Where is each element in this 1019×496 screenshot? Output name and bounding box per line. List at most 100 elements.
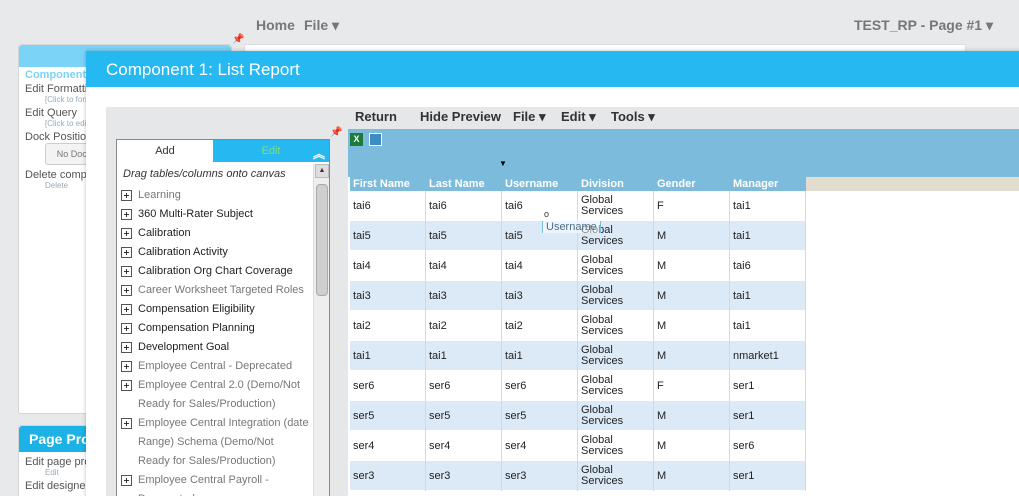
file-menu[interactable]: File ▾ (304, 17, 339, 34)
table-cell: tai4 (502, 251, 578, 281)
tree-item[interactable]: Employee Central Payroll - (121, 471, 313, 490)
tree-item[interactable]: Calibration Org Chart Coverage (121, 262, 313, 281)
expand-plus-icon[interactable] (121, 266, 132, 277)
column-header[interactable]: Last Name (426, 177, 502, 191)
table-cell: Global Services (578, 281, 654, 311)
table-cell: tai1 (730, 191, 806, 221)
table-row[interactable]: tai3 tai3 tai3 Global Services Mtai1 (350, 281, 806, 311)
table-cell: Global Services (578, 431, 654, 461)
expand-plus-icon[interactable] (121, 228, 132, 239)
tree-item-label: Compensation Eligibility (138, 303, 255, 315)
tools-menu-button[interactable]: Tools ▾ (611, 109, 655, 125)
edit-query-sub[interactable]: [Click to edit] (45, 119, 91, 128)
tree-item-label: Learning (138, 189, 181, 201)
drag-hint: Drag tables/columns onto canvas (123, 168, 286, 180)
scroll-up-icon[interactable]: ▲ (315, 164, 329, 178)
hide-preview-button[interactable]: Hide Preview (420, 109, 501, 124)
table-row[interactable]: tai2 tai2 tai2 Global Services Mtai1 (350, 311, 806, 341)
column-header[interactable]: Username (502, 177, 578, 191)
tree-scrollbar[interactable]: ▲ (313, 164, 329, 496)
delete-link[interactable]: Delete (45, 181, 68, 190)
table-row[interactable]: tai4 tai4 tai4 Global Services Mtai6 (350, 251, 806, 281)
table-cell: ser3 (426, 461, 502, 491)
table-cell: tai5 (426, 221, 502, 251)
tree-item[interactable]: Calibration Activity (121, 243, 313, 262)
column-header[interactable]: Gender (654, 177, 730, 191)
expand-plus-icon[interactable] (121, 380, 132, 391)
tree-item[interactable]: Development Goal (121, 338, 313, 357)
table-cell: tai6 (426, 191, 502, 221)
table-cell: tai1 (730, 311, 806, 341)
tree-item[interactable]: Deprecated (121, 490, 313, 496)
drag-ghost-column: Username (542, 221, 601, 233)
tree-item[interactable]: Employee Central 2.0 (Demo/Not (121, 376, 313, 395)
tree-item-label: 360 Multi-Rater Subject (138, 208, 253, 220)
edit-query-link[interactable]: Edit Query (25, 107, 77, 119)
file-menu-button[interactable]: File ▾ (513, 109, 546, 125)
table-cell: tai1 (502, 341, 578, 371)
tree-item[interactable]: Calibration (121, 224, 313, 243)
save-icon[interactable] (369, 133, 382, 146)
tree-item-label: Employee Central - Deprecated (138, 360, 293, 372)
table-body: tai6 tai6 tai6 Global Services Ftai1 tai5 tai5… (350, 191, 806, 491)
tree-item[interactable]: Employee Central - Deprecated (121, 357, 313, 376)
table-cell: tai2 (426, 311, 502, 341)
add-edit-panel: Add Edit ︽ Drag tables/columns onto canv… (116, 139, 330, 496)
excel-export-icon[interactable]: X (350, 133, 363, 146)
column-header[interactable]: First Name (350, 177, 426, 191)
tree-item[interactable]: Compensation Eligibility (121, 300, 313, 319)
tree-item[interactable]: Ready for Sales/Production) (121, 452, 313, 471)
tree-item[interactable]: 360 Multi-Rater Subject (121, 205, 313, 224)
pin-icon[interactable]: 📌 (232, 34, 244, 45)
table-row[interactable]: ser4 ser4 ser4 Global Services Mser6 (350, 431, 806, 461)
tree-item[interactable]: Learning (121, 186, 313, 205)
expand-plus-icon[interactable] (121, 323, 132, 334)
scroll-thumb[interactable] (316, 184, 328, 296)
tree-item[interactable]: Career Worksheet Targeted Roles (121, 281, 313, 300)
expand-plus-icon[interactable] (121, 342, 132, 353)
expand-plus-icon[interactable] (121, 209, 132, 220)
table-cell: nmarket1 (730, 341, 806, 371)
expand-plus-icon[interactable] (121, 285, 132, 296)
table-cell: Global Services (578, 401, 654, 431)
edit-menu-button[interactable]: Edit ▾ (561, 109, 596, 125)
expand-plus-icon[interactable] (121, 304, 132, 315)
table-row[interactable]: ser5 ser5 ser5 Global Services Mser1 (350, 401, 806, 431)
edit-designer-link[interactable]: Edit designer (25, 480, 89, 492)
expand-plus-icon[interactable] (121, 361, 132, 372)
expand-plus-icon[interactable] (121, 418, 132, 429)
table-row[interactable]: ser6 ser6 ser6 Global Services Fser1 (350, 371, 806, 401)
expand-plus-icon[interactable] (121, 475, 132, 486)
table-cell: Global Services (578, 461, 654, 491)
tab-add[interactable]: Add (117, 140, 213, 162)
table-row[interactable]: tai1 tai1 tai1 Global Services Mnmarket1 (350, 341, 806, 371)
table-cell: M (654, 311, 730, 341)
side-panel-pin-icon[interactable]: 📌 (330, 127, 342, 138)
table-cell: M (654, 341, 730, 371)
table-row[interactable]: tai6 tai6 tai6 Global Services Ftai1 (350, 191, 806, 221)
table-cell: tai1 (730, 281, 806, 311)
expand-plus-icon[interactable] (121, 190, 132, 201)
table-cell: ser5 (426, 401, 502, 431)
return-button[interactable]: Return (355, 109, 397, 124)
collapse-icon[interactable]: ︽ (313, 143, 325, 165)
tree-item[interactable]: Ready for Sales/Production) (121, 395, 313, 414)
expand-plus-icon[interactable] (121, 247, 132, 258)
table-tree: Learning 360 Multi-Rater Subject Calibrati… (121, 186, 313, 496)
table-cell: ser6 (730, 431, 806, 461)
tree-item[interactable]: Range) Schema (Demo/Not (121, 433, 313, 452)
column-header[interactable]: Division (578, 177, 654, 191)
table-row[interactable]: ser3 ser3 ser3 Global Services Mser1 (350, 461, 806, 491)
tree-item[interactable]: Compensation Planning (121, 319, 313, 338)
table-cell: tai2 (350, 311, 426, 341)
tree-item-label: Calibration (138, 227, 191, 239)
column-header[interactable]: Manager (730, 177, 806, 191)
edit-page-sub[interactable]: Edit (45, 468, 59, 477)
tree-item-label: Calibration Org Chart Coverage (138, 265, 293, 277)
table-cell: M (654, 401, 730, 431)
table-cell: F (654, 371, 730, 401)
home-link[interactable]: Home (256, 17, 295, 33)
tree-item[interactable]: Employee Central Integration (date (121, 414, 313, 433)
page-selector[interactable]: TEST_RP - Page #1 ▾ (854, 17, 993, 34)
tab-edit[interactable]: Edit ︽ (213, 140, 329, 162)
